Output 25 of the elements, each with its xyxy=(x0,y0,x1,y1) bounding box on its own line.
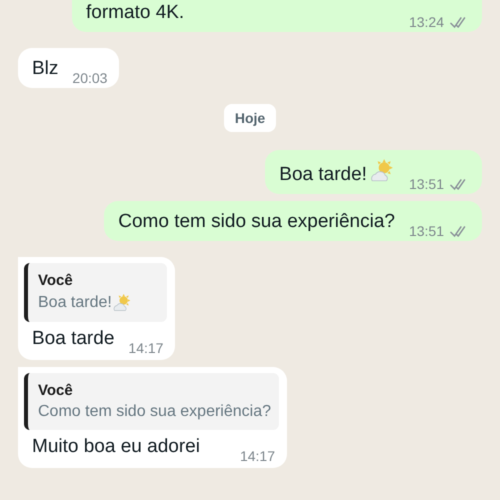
quoted-author: Você xyxy=(38,272,74,289)
message-time: 14:17 xyxy=(240,448,276,464)
message-text: formato 4K. xyxy=(86,1,184,25)
message-time: 13:51 xyxy=(408,223,444,239)
message-bubble[interactable]: formato 4K. 13:24 xyxy=(72,0,482,32)
message-text: Boa tarde xyxy=(32,327,114,351)
message-bubble[interactable]: Como tem sido sua experiência? 13:51 xyxy=(104,201,482,241)
message-text: Muito boa eu adorei xyxy=(32,435,200,459)
message-bubble[interactable]: Você Como tem sido sua experiência? Muito boa eu adorei 14:17 xyxy=(18,367,288,468)
quoted-text: Boa tarde! xyxy=(38,294,112,312)
message-bubble[interactable]: Blz 20:03 xyxy=(18,48,120,88)
message-text: Como tem sido sua experiência? xyxy=(118,210,395,234)
message-time: 20:03 xyxy=(72,70,108,86)
message-bubble[interactable]: Boa tarde! 13:51 xyxy=(265,150,482,194)
message-time: 13:51 xyxy=(408,176,444,192)
quoted-message[interactable]: Você Como tem sido sua experiência? xyxy=(24,373,280,430)
quoted-author: Você xyxy=(38,382,74,399)
quoted-text: Como tem sido sua experiência? xyxy=(38,403,272,421)
message-time: 13:24 xyxy=(408,14,444,30)
date-divider: Hoje xyxy=(224,104,276,132)
message-text: Blz xyxy=(32,57,58,81)
message-text: Boa tarde! xyxy=(279,163,367,187)
quoted-message[interactable]: Você Boa tarde! xyxy=(24,263,168,322)
message-time: 14:17 xyxy=(128,340,164,356)
message-bubble[interactable]: Você Boa tarde! Boa tarde 14:17 xyxy=(18,257,176,360)
